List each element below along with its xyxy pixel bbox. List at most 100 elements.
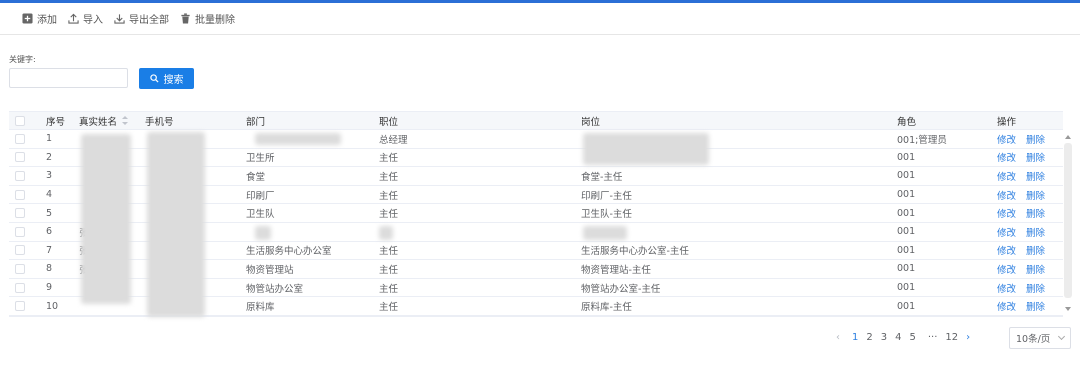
cell-index: 5 <box>46 207 53 219</box>
row-checkbox[interactable] <box>15 223 25 241</box>
plus-square-icon <box>22 12 33 24</box>
batch-delete-button[interactable]: 批量删除 <box>180 11 235 26</box>
row-checkbox[interactable] <box>15 297 25 315</box>
top-accent-bar <box>0 0 1080 3</box>
prev-page-button[interactable]: ‹ <box>836 332 840 343</box>
cell-role: 001 <box>897 244 916 256</box>
row-checkbox[interactable] <box>15 167 25 185</box>
row-checkbox[interactable] <box>15 242 25 260</box>
cell-dept: 印刷厂 <box>246 190 275 202</box>
delete-link[interactable]: 删除 <box>1026 132 1045 146</box>
search-button-label: 搜索 <box>163 75 184 86</box>
delete-link[interactable]: 删除 <box>1026 299 1045 313</box>
delete-link[interactable]: 删除 <box>1026 188 1045 202</box>
edit-link[interactable]: 修改 <box>997 150 1016 164</box>
scroll-up-arrow-icon[interactable] <box>1065 135 1071 139</box>
cell-post: 印刷厂-主任 <box>581 190 632 202</box>
cell-post: 生活服务中心办公室-主任 <box>581 246 689 258</box>
cell-dept: 生活服务中心办公室 <box>246 246 332 258</box>
page-1[interactable]: 1 <box>852 332 858 343</box>
edit-link[interactable]: 修改 <box>997 206 1016 220</box>
edit-link[interactable]: 修改 <box>997 225 1016 239</box>
edit-link[interactable]: 修改 <box>997 262 1016 276</box>
delete-link[interactable]: 删除 <box>1026 243 1045 257</box>
cell-role: 001 <box>897 263 916 275</box>
row-checkbox[interactable] <box>15 279 25 297</box>
next-page-button[interactable]: › <box>966 332 970 343</box>
cell-title: 主任 <box>379 171 399 183</box>
page-4[interactable]: 4 <box>895 332 901 343</box>
page-size-select[interactable]: 10条/页 <box>1009 327 1071 349</box>
cell-actions: 修改 删除 <box>997 186 1055 204</box>
cell-actions: 修改 删除 <box>997 242 1055 260</box>
row-checkbox[interactable] <box>15 130 25 148</box>
upload-icon <box>68 13 79 24</box>
cell-post: 食堂-主任 <box>581 171 623 183</box>
cell-actions: 修改 删除 <box>997 149 1055 167</box>
cell-dept: 物资管理站 <box>246 264 294 276</box>
sort-icon[interactable] <box>122 116 129 125</box>
cell-role: 001 <box>897 282 916 294</box>
cell-dept: 物管站办公室 <box>246 283 304 295</box>
row-checkbox[interactable] <box>15 204 25 222</box>
cell-role: 001 <box>897 151 916 163</box>
cell-dept: 原料库 <box>246 302 275 314</box>
table-header: 序号 真实姓名 手机号 部门 职位 岗位 角色 操作 <box>9 112 1063 130</box>
import-button[interactable]: 导入 <box>68 11 103 26</box>
header-phone: 手机号 <box>145 116 174 128</box>
toolbar-divider <box>0 34 1080 35</box>
cell-post: 原料库-主任 <box>581 302 632 314</box>
cell-title: 主任 <box>379 246 399 258</box>
search-button[interactable]: 搜索 <box>139 68 194 89</box>
keyword-label: 关键字: <box>9 55 36 64</box>
edit-link[interactable]: 修改 <box>997 299 1016 313</box>
cell-dept: 卫生所 <box>246 153 275 165</box>
cell-title: 主任 <box>379 153 399 165</box>
edit-link[interactable]: 修改 <box>997 169 1016 183</box>
page-2[interactable]: 2 <box>866 332 872 343</box>
edit-link[interactable]: 修改 <box>997 188 1016 202</box>
page-5[interactable]: 5 <box>910 332 916 343</box>
redacted-dept-row6 <box>255 226 271 240</box>
edit-link[interactable]: 修改 <box>997 243 1016 257</box>
scroll-thumb[interactable] <box>1064 143 1072 298</box>
cell-index: 2 <box>46 151 53 163</box>
delete-link[interactable]: 删除 <box>1026 281 1045 295</box>
cell-index: 7 <box>46 244 53 256</box>
edit-link[interactable]: 修改 <box>997 132 1016 146</box>
keyword-input[interactable] <box>9 68 128 88</box>
trash-icon <box>181 12 190 24</box>
add-button[interactable]: 添加 <box>22 11 57 26</box>
cell-title: 主任 <box>379 264 399 276</box>
cell-index: 8 <box>46 263 53 275</box>
cell-index: 6 <box>46 226 53 238</box>
redacted-name-column <box>81 134 131 304</box>
scroll-down-arrow-icon[interactable] <box>1065 307 1071 311</box>
delete-link[interactable]: 删除 <box>1026 225 1045 239</box>
export-all-button[interactable]: 导出全部 <box>114 11 169 26</box>
cell-actions: 修改 删除 <box>997 223 1055 241</box>
row-checkbox[interactable] <box>15 260 25 278</box>
redacted-post-top <box>583 133 709 165</box>
row-checkbox[interactable] <box>15 186 25 204</box>
cell-role: 001 <box>897 300 916 312</box>
delete-link[interactable]: 删除 <box>1026 262 1045 276</box>
table-vertical-scrollbar[interactable] <box>1063 111 1075 317</box>
header-name[interactable]: 真实姓名 <box>79 112 129 129</box>
cell-actions: 修改 删除 <box>997 204 1055 222</box>
cell-title: 主任 <box>379 302 399 314</box>
select-all-checkbox[interactable] <box>15 112 25 129</box>
delete-link[interactable]: 删除 <box>1026 206 1045 220</box>
pagination-ellipsis[interactable]: ··· <box>928 332 938 343</box>
page-last[interactable]: 12 <box>945 332 958 343</box>
cell-post: 物管站办公室-主任 <box>581 283 661 295</box>
chevron-down-icon <box>1057 332 1066 341</box>
delete-link[interactable]: 删除 <box>1026 150 1045 164</box>
row-checkbox[interactable] <box>15 149 25 167</box>
cell-actions: 修改 删除 <box>997 130 1055 148</box>
delete-link[interactable]: 删除 <box>1026 169 1045 183</box>
page-3[interactable]: 3 <box>881 332 887 343</box>
cell-index: 4 <box>46 189 53 201</box>
cell-role: 001 <box>897 170 916 182</box>
edit-link[interactable]: 修改 <box>997 281 1016 295</box>
